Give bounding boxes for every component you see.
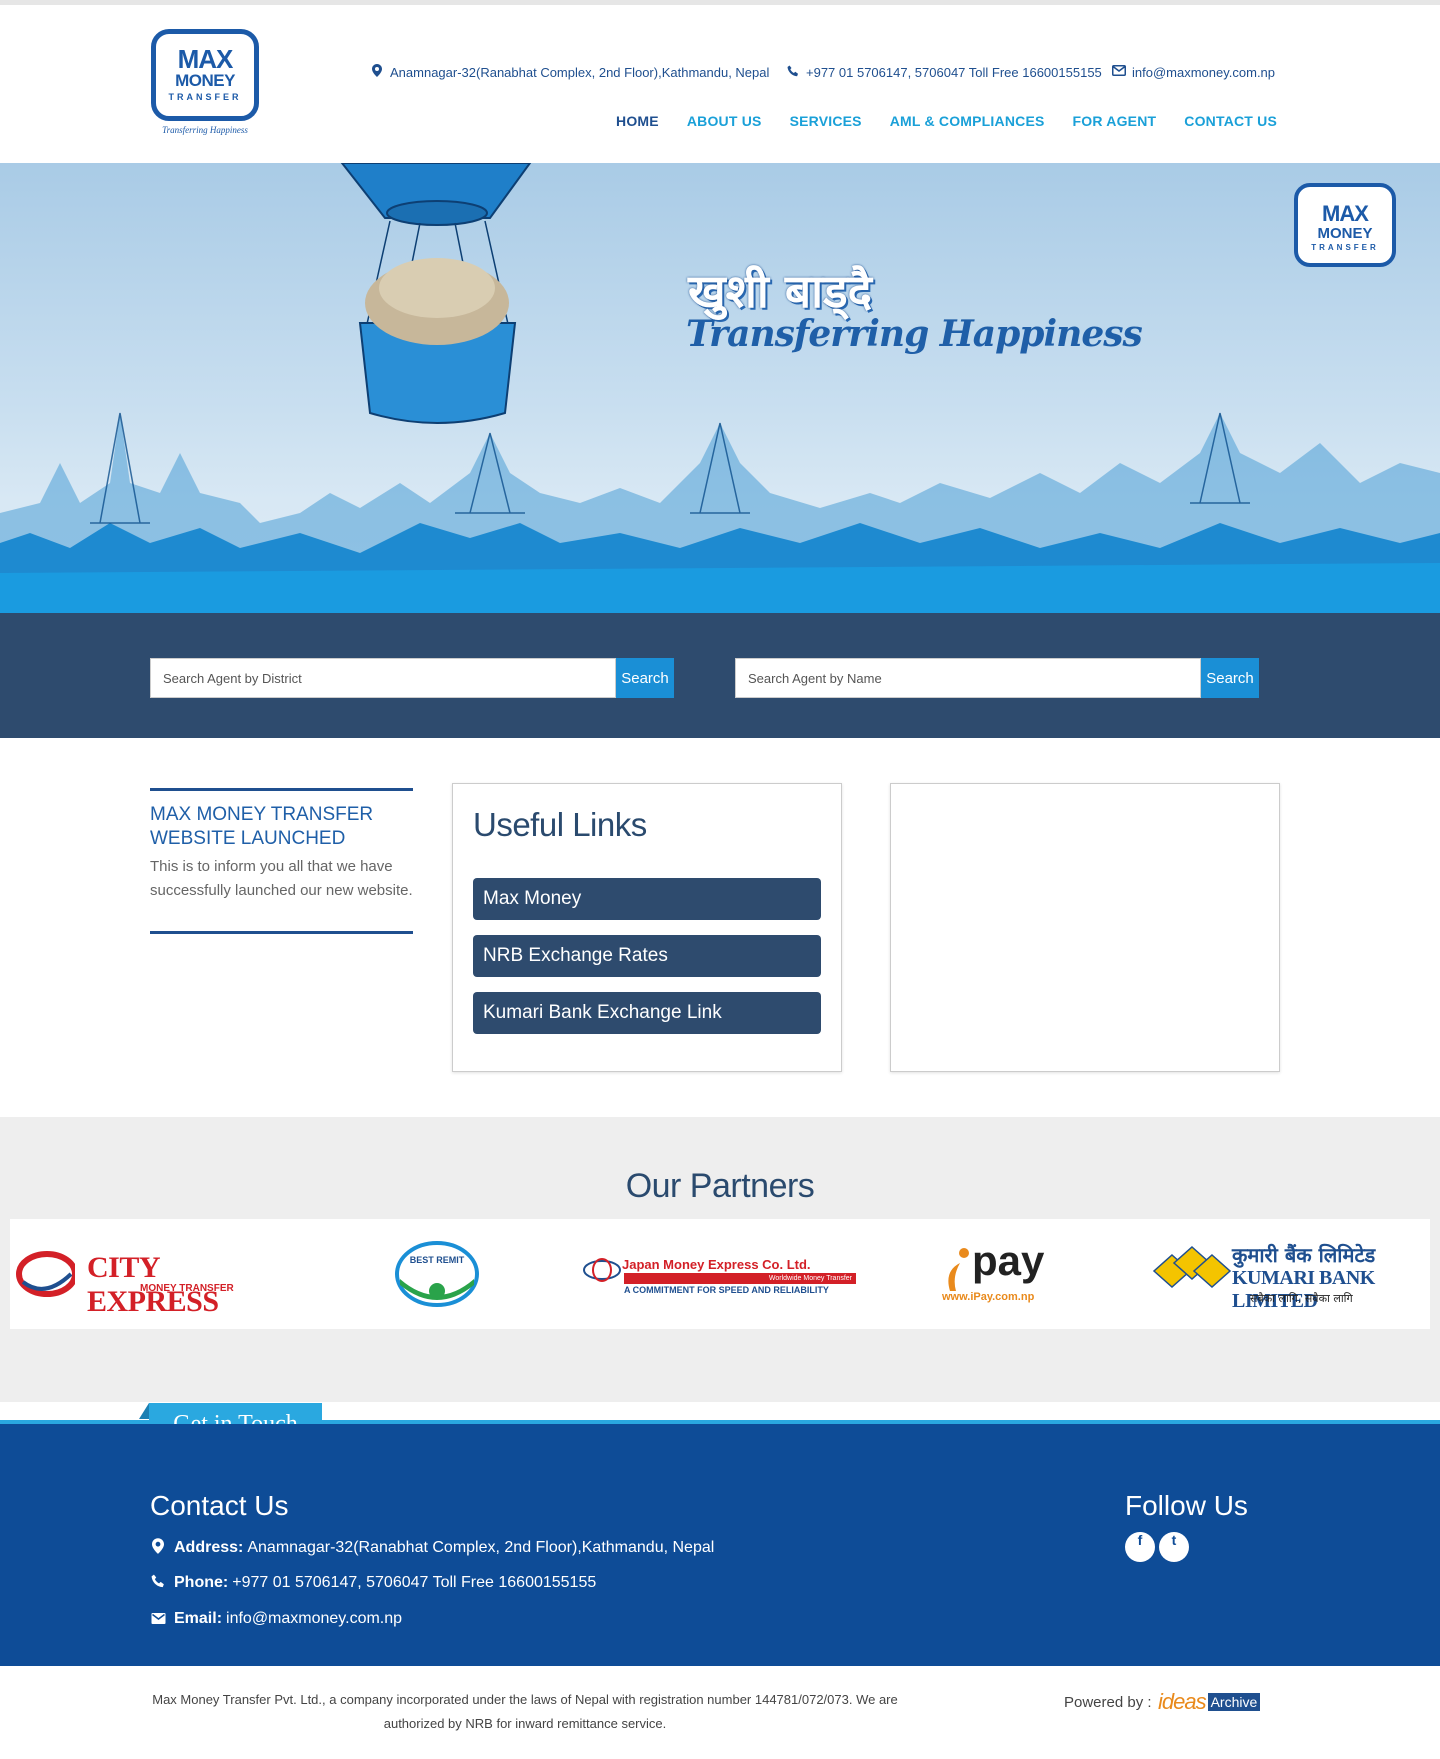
footer-phone-text: +977 01 5706147, 5706047 Toll Free 16600… (232, 1574, 597, 1591)
max-money-logo[interactable]: MAX MONEY TRANSFER Transferring Happines… (151, 29, 259, 137)
ipay-url: www.iPay.com.np (942, 1291, 1035, 1303)
kumari-bank-name-np: कुमारी बैंक लिमिटेड (1232, 1243, 1376, 1267)
name-search: Search (735, 658, 1259, 698)
nav-contact-us[interactable]: CONTACT US (1184, 113, 1277, 129)
header-email[interactable]: info@maxmoney.com.np (1112, 63, 1275, 81)
ideas-archive-logo[interactable]: ideas Archive (1158, 1689, 1261, 1714)
agent-search-band: Search Search (0, 613, 1440, 738)
footer-address-label: Address: (174, 1539, 244, 1556)
money-balloon-illustration (340, 163, 532, 424)
city-express-swoosh-icon (16, 1251, 75, 1297)
partners-title: Our Partners (625, 1167, 815, 1205)
header-phone-text: +977 01 5706147, 5706047 Toll Free 16600… (806, 64, 1102, 80)
japan-money-express-name: Japan Money Express Co. Ltd. (622, 1257, 811, 1272)
nav-for-agent[interactable]: FOR AGENT (1073, 113, 1157, 129)
footer-address: Address: Anamnagar-32(Ranabhat Complex, … (150, 1538, 714, 1558)
link-nrb-exchange-rates[interactable]: NRB Exchange Rates (473, 935, 821, 977)
link-kumari-bank-exchange[interactable]: Kumari Bank Exchange Link (473, 992, 821, 1034)
name-search-input[interactable] (735, 658, 1201, 698)
facebook-icon[interactable]: f (1125, 1532, 1155, 1562)
archive-text: Archive (1207, 1693, 1261, 1711)
envelope-icon (1112, 65, 1126, 79)
nav-aml-compliances[interactable]: AML & COMPLIANCES (890, 113, 1045, 129)
best-remit-name: BEST REMIT (409, 1255, 465, 1265)
japan-money-express-swirl-icon (583, 1258, 621, 1282)
partner-best-remit[interactable]: BEST REMIT (394, 1219, 480, 1329)
header-email-text: info@maxmoney.com.np (1132, 64, 1276, 80)
news-body: This is to inform you all that we have s… (150, 858, 413, 899)
logo-frame: MAX MONEY TRANSFER (151, 29, 259, 121)
footer-phone-label: Phone: (174, 1574, 229, 1591)
useful-links-panel: Useful Links Max Money NRB Exchange Rate… (452, 783, 842, 1072)
badge-transfer-text: TRANSFER (1311, 243, 1379, 252)
header-address-text: Anamnagar-32(Ranabhat Complex, 2nd Floor… (390, 64, 770, 80)
partner-kumari-bank[interactable]: कुमारी बैंक लिमिटेड KUMARI BANK LIMITED … (1152, 1219, 1428, 1329)
logo-money-text: MONEY (175, 71, 235, 90)
header-phone: +977 01 5706147, 5706047 Toll Free 16600… (786, 63, 1102, 81)
nav-services[interactable]: SERVICES (790, 113, 862, 129)
news-title[interactable]: MAX MONEY TRANSFER WEBSITE LAUNCHED (150, 803, 413, 851)
map-marker-icon (150, 1538, 166, 1558)
envelope-icon (150, 1611, 166, 1628)
district-search: Search (150, 658, 674, 698)
badge-max-text: MAX (1322, 201, 1369, 226)
link-max-money[interactable]: Max Money (473, 878, 821, 920)
kumari-bank-diamond-icon (1152, 1245, 1232, 1289)
main-nav: HOME ABOUT US SERVICES AML & COMPLIANCES… (616, 113, 1277, 129)
ideas-text: ideas (1158, 1689, 1207, 1714)
district-search-input[interactable] (150, 658, 616, 698)
partner-city-express[interactable]: CITY EXPRESS MONEY TRANSFER (15, 1219, 290, 1329)
twitter-icon[interactable]: t (1159, 1532, 1189, 1562)
partner-ipay[interactable]: pay www.iPay.com.np (942, 1219, 1070, 1329)
district-search-button[interactable]: Search (616, 658, 674, 698)
phone-icon (150, 1574, 166, 1592)
footer-email-text: info@maxmoney.com.np (226, 1610, 403, 1627)
header-address: Anamnagar-32(Ranabhat Complex, 2nd Floor… (370, 63, 769, 81)
powered-by-label: Powered by : (1064, 1694, 1152, 1711)
tab-fold (139, 1403, 149, 1419)
footer-address-text: Anamnagar-32(Ranabhat Complex, 2nd Floor… (247, 1539, 715, 1556)
site-footer: Contact Us Address: Anamnagar-32(Ranabha… (0, 1424, 1440, 1666)
kumari-bank-tagline: सबैका लागि, सबैका लागि (1250, 1292, 1353, 1305)
ipay-name: pay (972, 1237, 1045, 1284)
japan-money-express-bar: Worldwide Money Transfer (624, 1273, 856, 1284)
hero-title-nepali: खुशी बाड्दै (688, 264, 873, 318)
logo-tagline: Transferring Happiness (162, 125, 248, 135)
footer-email[interactable]: Email: info@maxmoney.com.np (150, 1610, 402, 1628)
nav-about-us[interactable]: ABOUT US (687, 113, 762, 129)
nav-home[interactable]: HOME (616, 113, 659, 129)
footer-follow-title: Follow Us (1125, 1490, 1248, 1521)
legal-notice: Max Money Transfer Pvt. Ltd., a company … (152, 1692, 898, 1731)
news-item: MAX MONEY TRANSFER WEBSITE LAUNCHED This… (150, 788, 413, 934)
footer-phone: Phone: +977 01 5706147, 5706047 Toll Fre… (150, 1574, 596, 1592)
site-header: MAX MONEY TRANSFER Transferring Happines… (0, 5, 1440, 163)
partner-japan-money-express[interactable]: Japan Money Express Co. Ltd. Worldwide M… (582, 1219, 857, 1329)
badge-money-text: MONEY (1317, 225, 1373, 242)
footer-contact-title: Contact Us (150, 1490, 289, 1521)
map-marker-icon (370, 64, 384, 80)
phone-icon (786, 65, 800, 80)
hero-title-english: Transferring Happiness (686, 313, 1143, 355)
kathmandu-skyline-illustration (0, 412, 1440, 613)
partners-section: Our Partners CITY EXPRESS MONEY TRANSFER… (0, 1117, 1440, 1402)
kumari-bank-name-en: KUMARI BANK LIMITED (1232, 1267, 1375, 1312)
hero-banner: खुशी बाड्दै Transferring Happiness MAX M… (0, 163, 1440, 613)
useful-links-title: Useful Links (473, 806, 647, 843)
logo-transfer-text: TRANSFER (168, 92, 242, 102)
name-search-button[interactable]: Search (1201, 658, 1259, 698)
ipay-i-icon (948, 1248, 969, 1291)
partner-logo-strip: CITY EXPRESS MONEY TRANSFER BEST REMIT J… (10, 1219, 1430, 1329)
hero-logo-badge: MAX MONEY TRANSFER (1294, 183, 1396, 267)
footer-email-label: Email: (174, 1610, 223, 1627)
best-remit-logo-icon (395, 1241, 479, 1307)
bottom-bar: Max Money Transfer Pvt. Ltd., a company … (0, 1666, 1440, 1759)
empty-panel (890, 783, 1280, 1072)
city-express-sub: MONEY TRANSFER (140, 1283, 234, 1294)
japan-money-express-tagline: A COMMITMENT FOR SPEED AND RELIABILITY (624, 1285, 829, 1295)
